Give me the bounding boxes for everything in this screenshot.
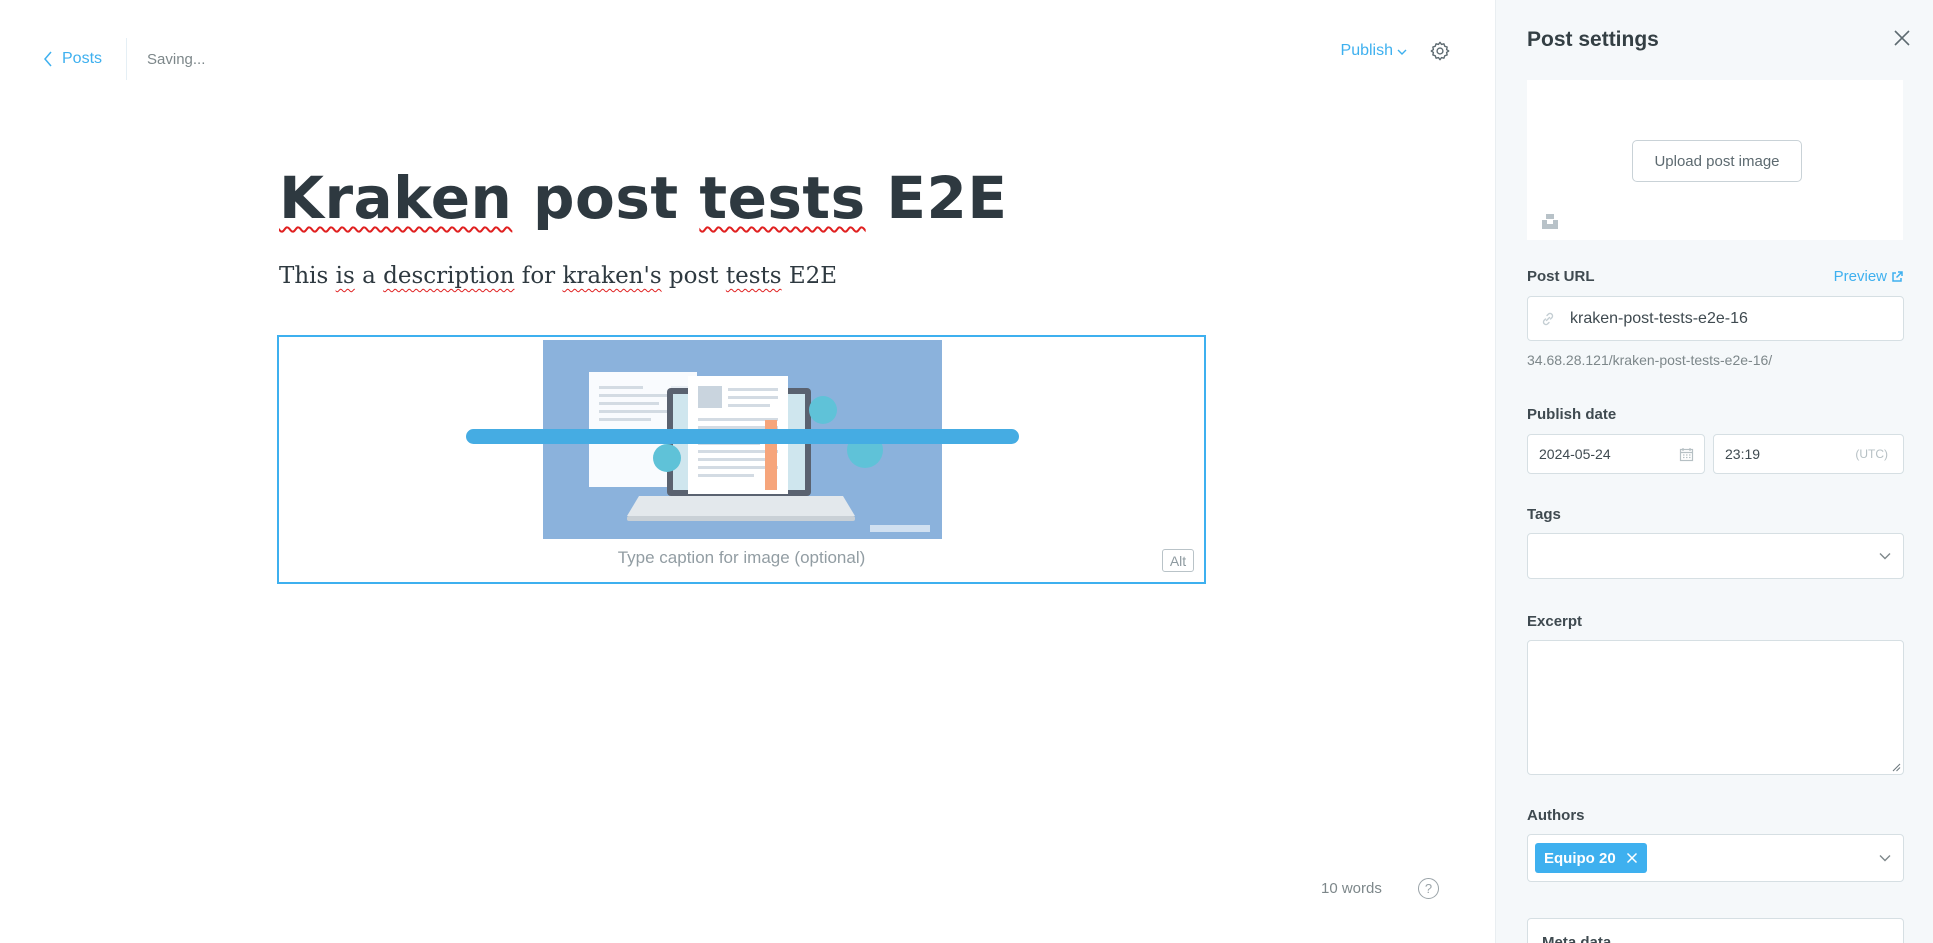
timezone-label: (UTC)	[1855, 447, 1888, 461]
desc-part: description	[383, 263, 515, 289]
chevron-down-icon	[1397, 49, 1407, 55]
image-card[interactable]: Type caption for image (optional) Alt	[277, 335, 1206, 584]
editor-topbar-left: Posts Saving...	[42, 38, 205, 80]
post-title-input[interactable]: Kraken post tests E2E	[279, 164, 1007, 232]
author-name: Equipo 20	[1544, 849, 1616, 867]
desc-part: for	[514, 263, 563, 289]
save-status: Saving...	[147, 50, 206, 68]
full-post-url: 34.68.28.121/kraken-post-tests-e2e-16/	[1527, 352, 1773, 368]
alt-text-button[interactable]: Alt	[1162, 549, 1194, 572]
post-settings-panel: Post settings Upload post image Post URL…	[1495, 0, 1933, 943]
back-link-label: Posts	[62, 50, 103, 67]
calendar-icon[interactable]	[1679, 447, 1694, 462]
link-icon	[1542, 312, 1554, 325]
excerpt-label: Excerpt	[1527, 613, 1583, 630]
chevron-left-icon	[44, 51, 52, 67]
desc-part: E2E	[781, 263, 838, 289]
meta-data-label: Meta data	[1542, 934, 1612, 943]
authors-label: Authors	[1527, 807, 1585, 824]
resize-grip-icon[interactable]	[1891, 762, 1901, 772]
topbar-divider	[126, 38, 128, 80]
desc-part: This	[279, 263, 336, 289]
author-chip[interactable]: Equipo 20	[1535, 843, 1647, 873]
chevron-down-icon	[1879, 855, 1891, 862]
post-body-paragraph[interactable]: This is a description for kraken's post …	[279, 263, 837, 289]
close-icon[interactable]	[1893, 29, 1911, 47]
publish-label: Publish	[1340, 42, 1393, 59]
publish-menu-button[interactable]: Publish	[1341, 42, 1407, 60]
time-value: 23:19	[1725, 446, 1761, 462]
date-value: 2024-05-24	[1539, 446, 1611, 462]
feature-image-upload-area[interactable]: Upload post image	[1527, 80, 1903, 240]
desc-part: tests	[725, 263, 782, 289]
excerpt-textarea[interactable]	[1527, 640, 1904, 775]
preview-link[interactable]: Preview	[1834, 268, 1903, 285]
editor-area: Posts Saving... Publish Kraken post test…	[0, 0, 1495, 943]
unsplash-icon[interactable]	[1541, 212, 1559, 230]
post-url-value: kraken-post-tests-e2e-16	[1570, 309, 1748, 327]
desc-part: is	[335, 263, 355, 289]
preview-label: Preview	[1833, 268, 1887, 285]
title-word: E2E	[865, 164, 1008, 232]
image-caption-input[interactable]: Type caption for image (optional)	[279, 548, 1204, 568]
title-word: post	[512, 164, 700, 232]
publish-date-input[interactable]: 2024-05-24	[1527, 434, 1705, 474]
publish-date-label: Publish date	[1527, 406, 1617, 423]
gear-icon[interactable]	[1429, 40, 1451, 62]
upload-progress-bar	[466, 429, 1019, 444]
post-url-label: Post URL	[1527, 268, 1595, 285]
publish-time-input[interactable]: 23:19 (UTC)	[1713, 434, 1904, 474]
chevron-down-icon	[1879, 553, 1891, 560]
tags-label: Tags	[1527, 506, 1561, 523]
back-to-posts-link[interactable]: Posts	[42, 50, 102, 68]
word-count: 10 words	[1321, 880, 1382, 897]
help-button[interactable]: ?	[1418, 878, 1439, 899]
authors-select[interactable]: Equipo 20	[1527, 834, 1904, 882]
editor-topbar-right: Publish	[1341, 40, 1451, 62]
title-word: Kraken	[279, 164, 513, 232]
upload-post-image-button[interactable]: Upload post image	[1632, 140, 1802, 182]
desc-part: kraken's	[562, 263, 662, 289]
meta-data-section[interactable]: Meta data	[1527, 918, 1904, 943]
title-word: tests	[699, 164, 866, 232]
desc-part: post	[661, 263, 726, 289]
close-icon[interactable]	[1626, 852, 1638, 864]
desc-part: a	[354, 263, 384, 289]
post-url-input[interactable]: kraken-post-tests-e2e-16	[1527, 296, 1904, 341]
panel-title: Post settings	[1527, 28, 1659, 51]
tags-select[interactable]	[1527, 533, 1904, 579]
external-link-icon	[1892, 270, 1903, 282]
